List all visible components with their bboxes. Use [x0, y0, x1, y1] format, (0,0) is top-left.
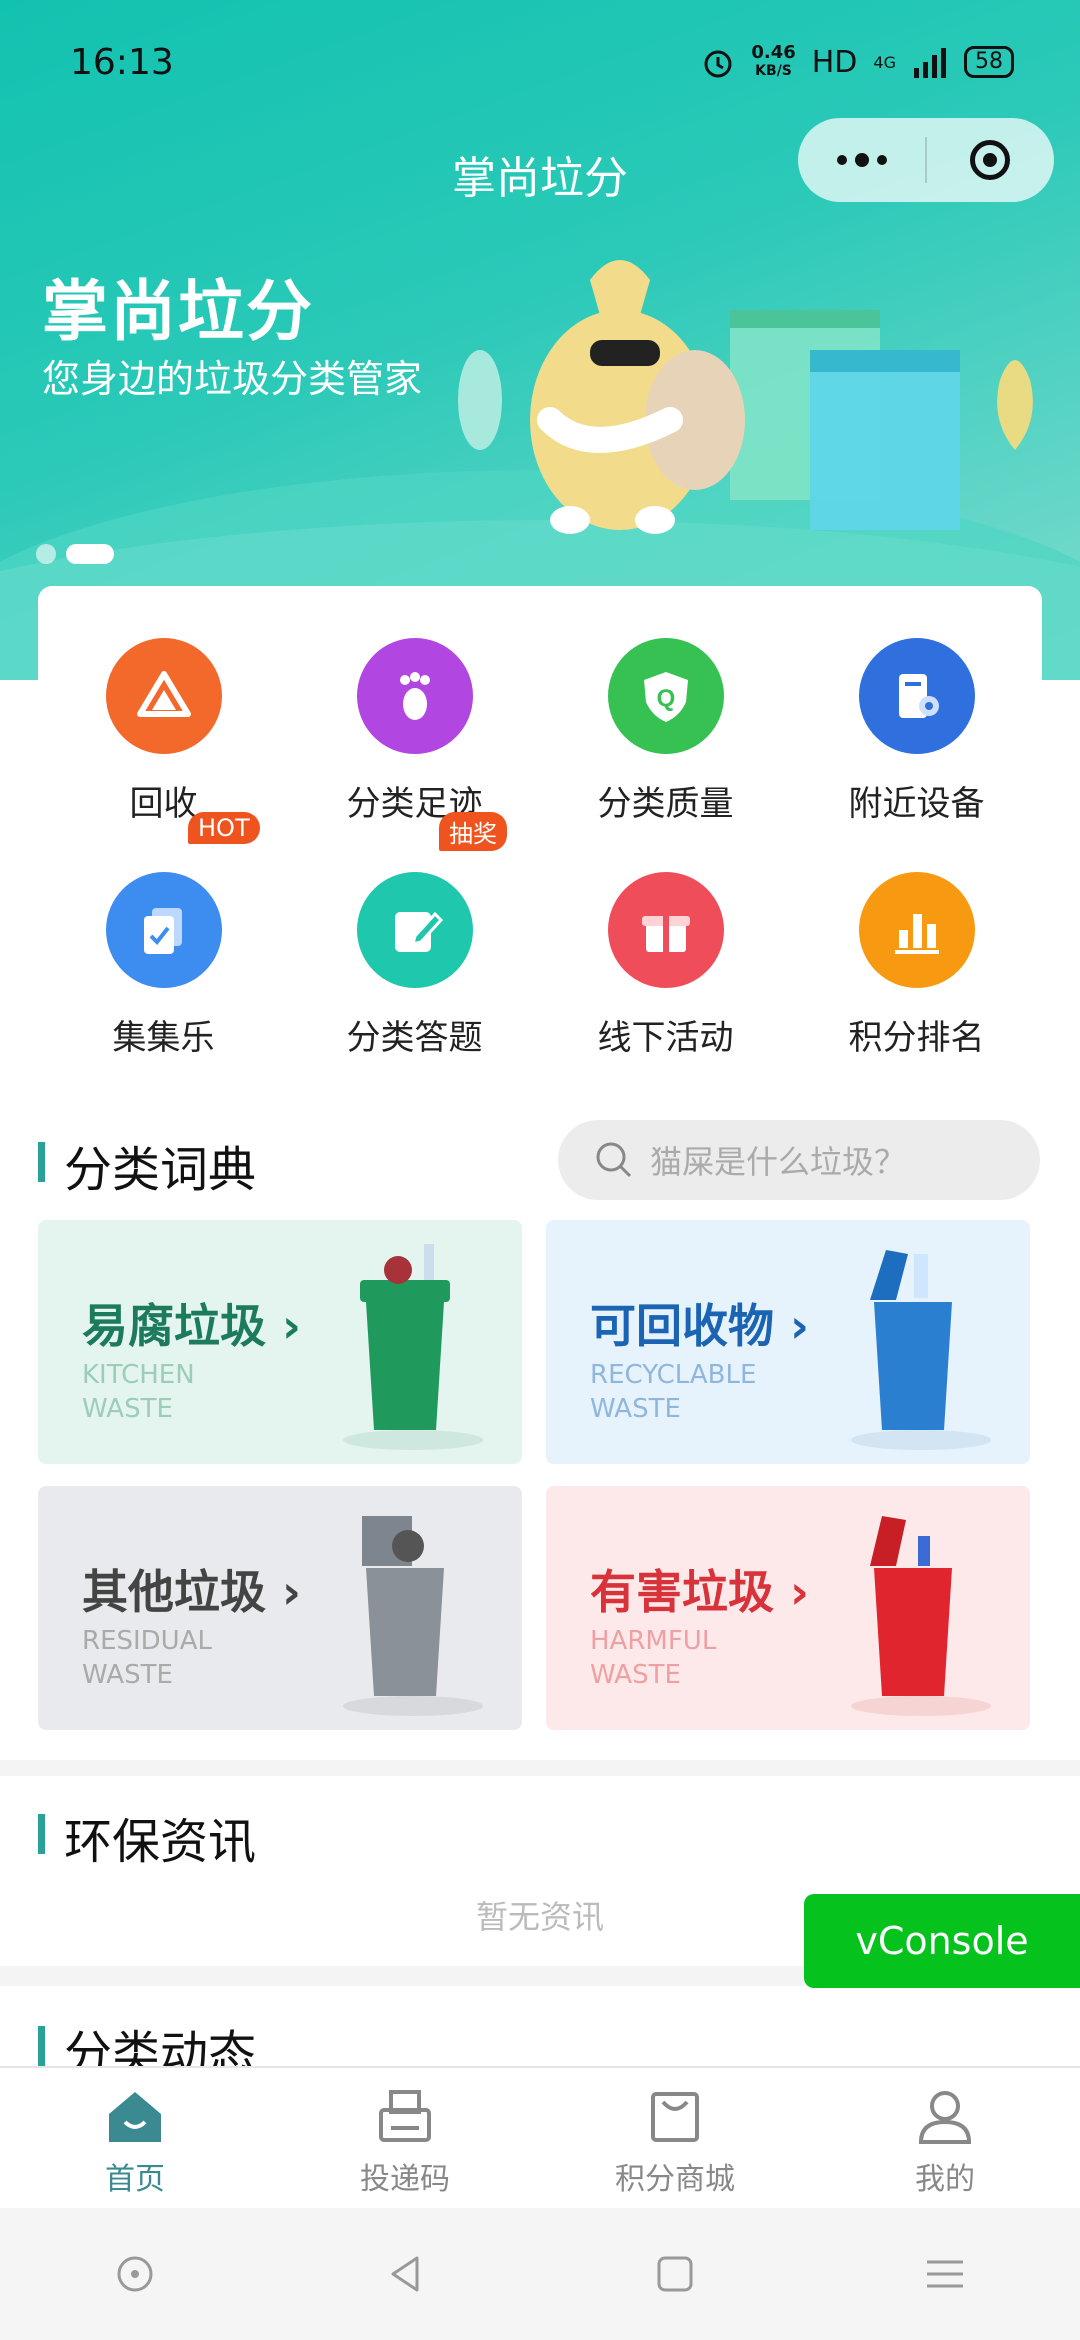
category-name: 有害垃圾 ›: [590, 1565, 809, 1619]
category-card-recyclable[interactable]: 可回收物 › RECYCLABLE WASTE: [546, 1220, 1030, 1464]
grid-item-recycle[interactable]: 回收: [38, 586, 289, 824]
grid-item-label: 附近设备: [848, 784, 985, 824]
section-marker: [38, 2026, 45, 2066]
banner-title: 掌尚垃分: [42, 273, 314, 350]
residual-bin-icon: [343, 1516, 483, 1716]
grid-item-ranking[interactable]: 积分排名: [791, 820, 1042, 1058]
tab-label: 首页: [105, 2162, 165, 2197]
miniprogram-capsule: [798, 118, 1054, 202]
grid-item-label: 分类质量: [597, 784, 734, 824]
quiz-edit-icon: [356, 872, 473, 988]
shopping-bag-icon: [651, 2092, 699, 2142]
kitchen-bin-icon: [343, 1244, 483, 1450]
battery-indicator: 58: [964, 46, 1014, 78]
system-navigation-bar: [0, 2208, 1080, 2340]
search-icon: [596, 1142, 632, 1178]
assistant-circle-icon[interactable]: [113, 2252, 157, 2296]
category-name: 易腐垃圾 ›: [82, 1299, 301, 1353]
category-english: KITCHEN WASTE: [82, 1360, 195, 1424]
home-square-icon[interactable]: [653, 2252, 697, 2296]
hero-banner[interactable]: 16:13 0.46 KB/S HD 4G 58 掌尚垃分 掌尚垃分 您身边的垃…: [0, 0, 1080, 680]
network-speed-value: 0.46: [751, 42, 796, 63]
category-name: 其他垃圾 ›: [82, 1565, 301, 1619]
category-card-residual[interactable]: 其他垃圾 › RESIDUAL WASTE: [38, 1486, 522, 1730]
category-card-kitchen[interactable]: 易腐垃圾 › KITCHEN WASTE: [38, 1220, 522, 1464]
dynamics-section: 分类动态: [0, 1986, 1080, 2066]
grid-item-quiz[interactable]: 抽奖 分类答题: [289, 812, 540, 1058]
status-time: 16:13: [70, 42, 174, 83]
hot-badge: HOT: [188, 812, 260, 844]
banner-pager[interactable]: [36, 544, 114, 564]
search-placeholder: 猫屎是什么垃圾？: [650, 1143, 907, 1181]
section-marker: [38, 1814, 45, 1854]
user-icon: [918, 2091, 972, 2144]
dictionary-search-input[interactable]: 猫屎是什么垃圾？: [558, 1120, 1040, 1200]
category-card-harmful[interactable]: 有害垃圾 › HARMFUL WASTE: [546, 1486, 1030, 1730]
tab-points-mall[interactable]: 积分商城: [540, 2068, 810, 2210]
vconsole-button[interactable]: vConsole: [804, 1894, 1080, 1988]
grid-item-quality[interactable]: Q 分类质量: [540, 586, 791, 824]
section-marker: [38, 1142, 45, 1182]
tab-label: 积分商城: [615, 2162, 735, 2197]
recyclable-bin-icon: [851, 1250, 991, 1450]
banner-mascot-illustration: [458, 260, 1033, 534]
news-title: 环保资讯: [64, 1814, 257, 1870]
tab-delivery-code[interactable]: 投递码: [270, 2068, 540, 2210]
grid-item-label: 积分排名: [848, 1018, 985, 1058]
more-button[interactable]: [798, 118, 925, 202]
back-triangle-icon[interactable]: [383, 2252, 427, 2296]
grid-item-footprint[interactable]: 分类足迹: [289, 586, 540, 824]
svg-text:Q: Q: [656, 685, 675, 712]
dictionary-title: 分类词典: [64, 1142, 257, 1198]
lottery-badge: 抽奖: [439, 812, 507, 851]
grid-item-label: 分类答题: [346, 1018, 483, 1058]
close-miniprogram-button[interactable]: [927, 118, 1054, 202]
tab-label: 投递码: [360, 2162, 450, 2197]
alarm-icon: [704, 50, 732, 78]
gift-icon: [607, 872, 724, 988]
status-bar: 16:13 0.46 KB/S HD 4G 58: [0, 0, 1080, 130]
grid-item-nearby-devices[interactable]: 附近设备: [791, 586, 1042, 824]
grid-item-offline-events[interactable]: 线下活动: [540, 820, 791, 1058]
footprint-icon: [356, 638, 473, 754]
more-dots-icon: [836, 153, 887, 167]
category-name: 可回收物 ›: [590, 1299, 809, 1353]
printer-code-icon: [379, 2090, 431, 2142]
banner-subtitle: 您身边的垃圾分类管家: [42, 357, 423, 401]
tab-label: 我的: [915, 2162, 975, 2197]
grid-item-label: 线下活动: [597, 1018, 734, 1058]
dynamics-title: 分类动态: [64, 2026, 257, 2066]
collect-cards-icon: [105, 872, 222, 988]
quality-shield-icon: Q: [607, 638, 724, 754]
menu-lines-icon[interactable]: [923, 2252, 967, 2296]
network-type: 4G: [873, 52, 896, 72]
recycle-icon: [105, 638, 222, 754]
target-close-icon: [970, 140, 1011, 180]
status-icons: 0.46 KB/S HD 4G 58: [701, 44, 1014, 80]
grid-item-collect[interactable]: HOT 集集乐: [38, 812, 289, 1058]
grid-item-label: 集集乐: [112, 1018, 215, 1058]
tab-bar: 首页 投递码 积分商城 我的: [0, 2066, 1080, 2210]
hd-indicator: HD: [811, 44, 858, 80]
harmful-bin-icon: [851, 1516, 991, 1716]
tab-profile[interactable]: 我的: [810, 2068, 1080, 2210]
device-location-icon: [858, 638, 975, 754]
network-speed-unit: KB/S: [755, 63, 792, 79]
feature-grid: 回收 分类足迹 Q 分类质量 附近设备 HOT 集集乐 抽奖 分类答题 线下活动…: [38, 586, 1042, 1100]
signal-icon: [914, 48, 946, 78]
pager-dot-active[interactable]: [66, 544, 114, 564]
network-speed: 0.46 KB/S: [751, 44, 795, 80]
ranking-chart-icon: [858, 872, 975, 988]
category-english: RESIDUAL WASTE: [82, 1626, 212, 1690]
category-english: HARMFUL WASTE: [590, 1626, 717, 1690]
home-icon: [109, 2092, 161, 2142]
pager-dot[interactable]: [36, 544, 56, 564]
category-english: RECYCLABLE WASTE: [590, 1360, 757, 1424]
tab-home[interactable]: 首页: [0, 2068, 270, 2210]
